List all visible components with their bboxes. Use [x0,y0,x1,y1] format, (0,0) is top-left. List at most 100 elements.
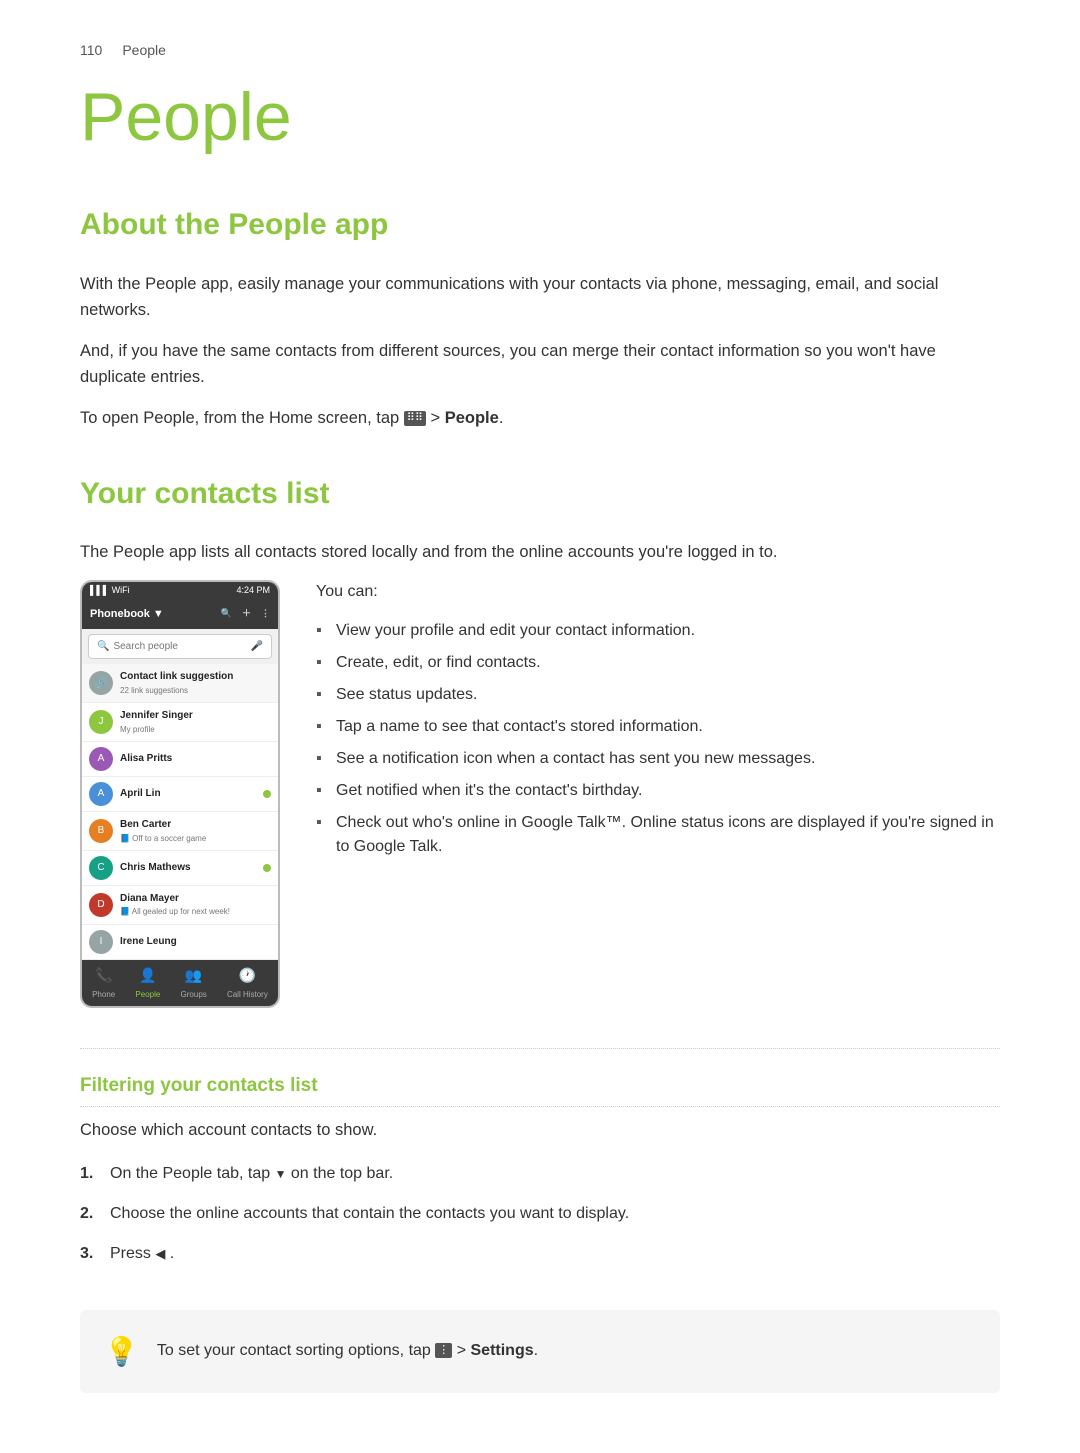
phone-signal: ▌▌▌ WiFi [90,584,130,598]
contacts-list-title: Your contacts list [80,471,1000,518]
list-item: D Diana Mayer 📘 All gealed up for next w… [82,886,278,925]
bullet-item: Check out who's online in Google Talk™. … [316,807,1000,863]
contact-sub: 📘 All gealed up for next week! [120,906,271,918]
contact-name: Chris Mathews [120,860,256,876]
contact-name: Diana Mayer [120,891,271,907]
step-number: 2. [80,1202,93,1226]
contact-name: Alisa Pritts [120,751,271,767]
avatar: B [89,819,113,843]
people-bold-label: People [445,409,499,427]
phone-time: 4:24 PM [236,584,270,598]
contact-info: Chris Mathews [120,860,256,876]
people-tab-label: People [135,989,160,1001]
tip-text-content: To set your contact sorting options, tap [157,1342,431,1359]
about-para-3-text: To open People, from the Home screen, ta… [80,409,399,427]
add-icon: ＋ [242,607,251,621]
bullet-item: See a notification icon when a contact h… [316,743,1000,775]
online-status-dot [263,790,271,798]
filtering-subtitle: Filtering your contacts list [80,1071,1000,1107]
phonebook-label: Phonebook ▼ [90,606,164,623]
list-item: C Chris Mathews [82,851,278,886]
callhistory-tab-label: Call History [227,989,268,1001]
about-para-2: And, if you have the same contacts from … [80,338,1000,391]
about-title: About the People app [80,202,1000,249]
step-1: 1. On the People tab, tap ▼ on the top b… [80,1158,1000,1190]
contact-info: April Lin [120,786,256,802]
phone-tab-people: 👤 People [135,965,160,1001]
list-item: B Ben Carter 📘 Off to a soccer game [82,812,278,851]
settings-bold-label: Settings [471,1342,534,1359]
contact-info: Contact link suggestion 22 link suggesti… [120,669,271,697]
contact-info: Alisa Pritts [120,751,271,767]
phone-contact-list: 🔗 Contact link suggestion 22 link sugges… [82,664,278,960]
step-number: 1. [80,1162,93,1186]
contact-name: Contact link suggestion [120,669,271,685]
avatar: A [89,747,113,771]
lightbulb-icon: 💡 [104,1330,139,1373]
bullet-list: View your profile and edit your contact … [316,615,1000,863]
step-number: 3. [80,1242,93,1266]
bullet-item: See status updates. [316,679,1000,711]
tip-text: To set your contact sorting options, tap… [157,1339,538,1364]
contact-info: Irene Leung [120,934,271,950]
callhistory-tab-icon: 🕐 [239,965,256,987]
list-item: A Alisa Pritts [82,742,278,777]
step-text: Press ◀ . [110,1245,174,1262]
search-field-icon: 🔍 [97,639,109,655]
about-para-3: To open People, from the Home screen, ta… [80,405,1000,431]
phone-tab-groups: 👥 Groups [181,965,207,1001]
back-icon: ◀ [155,1244,165,1264]
contact-sub: 22 link suggestions [120,685,271,697]
phone-tab-phone: 📞 Phone [92,965,115,1001]
phone-tab-callhistory: 🕐 Call History [227,965,268,1001]
you-can-text: You can: [316,580,1000,605]
grid-icon: ⠿⠿ [404,411,426,426]
avatar: D [89,893,113,917]
contacts-list-section: Your contacts list The People app lists … [80,471,1000,1008]
contact-name: Irene Leung [120,934,271,950]
bullet-item: Get notified when it's the contact's bir… [316,775,1000,807]
contact-name: Ben Carter [120,817,271,833]
dropdown-triangle-icon: ▼ [275,1165,287,1183]
tip-box: 💡 To set your contact sorting options, t… [80,1310,1000,1393]
contacts-right-col: You can: View your profile and edit your… [316,580,1000,879]
avatar: A [89,782,113,806]
list-item: I Irene Leung [82,925,278,960]
avatar: 🔗 [89,671,113,695]
list-item: 🔗 Contact link suggestion 22 link sugges… [82,664,278,703]
search-icon: 🔍 [221,607,232,621]
phone-app-bar: Phonebook ▼ 🔍 ＋ ⋮ [82,600,278,629]
bullet-item: View your profile and edit your contact … [316,615,1000,647]
search-people-input[interactable] [113,641,250,652]
phone-status-bar: ▌▌▌ WiFi 4:24 PM [82,582,278,600]
avatar: J [89,710,113,734]
people-tab-icon: 👤 [139,965,156,987]
step-text: Choose the online accounts that contain … [110,1205,629,1222]
mic-icon: 🎤 [251,639,263,655]
bullet-item: Create, edit, or find contacts. [316,647,1000,679]
contact-sub: 📘 Off to a soccer game [120,833,271,845]
list-item: A April Lin [82,777,278,812]
section-divider [80,1048,1000,1049]
filtering-section: Filtering your contacts list Choose whic… [80,1048,1000,1270]
avatar: C [89,856,113,880]
phone-tab-label: Phone [92,989,115,1001]
menu-icon: ⋮ [261,607,270,621]
contact-name: April Lin [120,786,256,802]
phone-mockup: ▌▌▌ WiFi 4:24 PM Phonebook ▼ 🔍 ＋ ⋮ [80,580,280,1008]
phone-search-bar: 🔍 🎤 [88,634,272,660]
phonebook-text: Phonebook [90,606,150,623]
contact-sub: My profile [120,724,271,736]
page-number: 110 [80,40,102,62]
step-2: 2. Choose the online accounts that conta… [80,1198,1000,1230]
contact-info: Jennifer Singer My profile [120,708,271,736]
phone-app-icons: 🔍 ＋ ⋮ [221,607,270,621]
online-status-dot [263,864,271,872]
page-number-label: People [122,40,166,62]
page-number-line: 110 People [80,40,1000,62]
phonebook-dropdown-icon: ▼ [153,606,164,623]
filtering-steps: 1. On the People tab, tap ▼ on the top b… [80,1158,1000,1270]
phone-mockup-wrap: ▌▌▌ WiFi 4:24 PM Phonebook ▼ 🔍 ＋ ⋮ [80,580,280,1008]
about-section: About the People app With the People app… [80,202,1000,430]
contact-info: Diana Mayer 📘 All gealed up for next wee… [120,891,271,919]
